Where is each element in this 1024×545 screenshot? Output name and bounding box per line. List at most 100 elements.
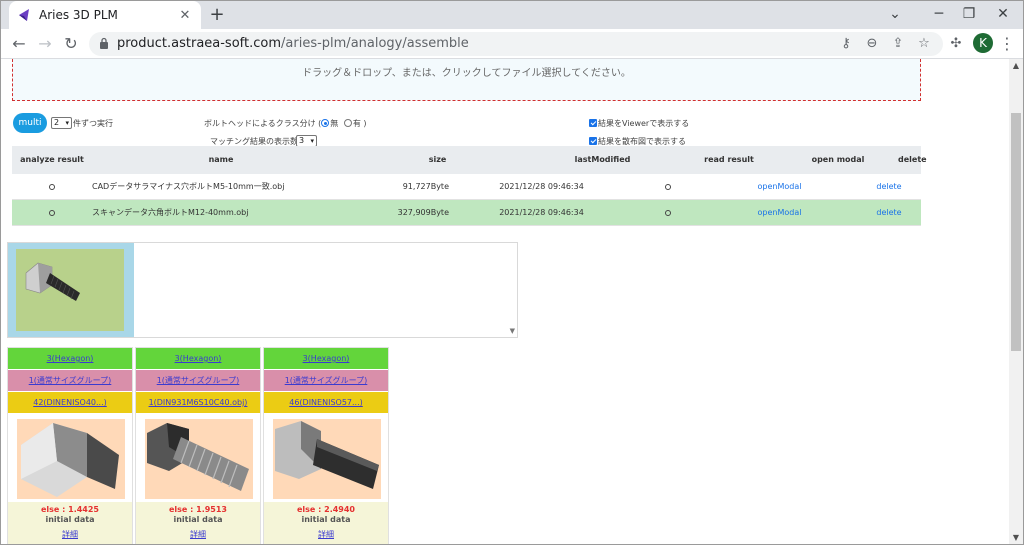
- class-cell: 3(Hexagon): [8, 348, 132, 370]
- open-modal-link[interactable]: openModal: [702, 200, 857, 225]
- file-table: analyze result name size lastModified re…: [12, 146, 927, 226]
- bookmark-star-icon[interactable]: ☆: [915, 36, 933, 52]
- tab-aries[interactable]: Aries 3D PLM ✕: [9, 1, 201, 29]
- similarity-score: else : 1.9513: [169, 505, 227, 514]
- analyze-result-cell: [12, 200, 92, 225]
- detail-link[interactable]: 詳細: [136, 529, 260, 540]
- delete-link[interactable]: delete: [857, 174, 921, 199]
- group-link[interactable]: 1(通常サイズグループ): [285, 376, 368, 385]
- file-name-cell: CADデータサラマイナス穴ボルトM5-10mm一致.obj: [92, 182, 285, 191]
- class-cell: 3(Hexagon): [136, 348, 260, 370]
- reload-icon[interactable]: ↻: [59, 32, 83, 56]
- header-size: size: [428, 155, 447, 164]
- profile-avatar[interactable]: K: [973, 33, 993, 53]
- radio-none[interactable]: [321, 119, 330, 127]
- analyze-result-cell: [12, 174, 92, 199]
- scan-thumbnail-frame[interactable]: [8, 243, 134, 337]
- radio-yes[interactable]: [343, 119, 352, 127]
- file-link[interactable]: 1(DIN931M6S10C40.obj): [149, 398, 248, 407]
- chevron-down-icon: ▾: [65, 119, 69, 127]
- tab-search-chevron-icon[interactable]: ⌄: [875, 3, 915, 25]
- extensions-puzzle-icon[interactable]: ✣: [947, 36, 965, 52]
- header-delete: delete: [898, 155, 927, 164]
- cad-preview[interactable]: [136, 414, 260, 502]
- scroll-up-icon[interactable]: ▲: [1009, 59, 1023, 73]
- radio-yes-label: 有 ): [352, 119, 367, 128]
- preview-scroll-down-icon[interactable]: ▼: [510, 327, 515, 335]
- last-modified-cell: 2021/12/28 09:46:34: [499, 208, 584, 217]
- viewer-option[interactable]: 結果をViewerで表示する: [589, 118, 689, 129]
- status-circle-icon: [49, 183, 55, 190]
- viewer-checkbox[interactable]: [589, 119, 597, 127]
- preview-panel: ▼: [7, 242, 518, 338]
- dropzone-text: ドラッグ＆ドロップ、または、クリックしてファイル選択してください。: [302, 68, 631, 79]
- group-cell: 1(通常サイズグループ): [8, 370, 132, 392]
- new-tab-button[interactable]: +: [207, 4, 227, 25]
- scan-thumbnail[interactable]: [16, 249, 124, 331]
- close-tab-icon[interactable]: ✕: [177, 8, 193, 23]
- table-row[interactable]: スキャンデータ六角ボルトM12-40mm.obj 327,909Byte 202…: [12, 200, 921, 226]
- file-name-cell: スキャンデータ六角ボルトM12-40mm.obj: [92, 208, 249, 217]
- cad-preview[interactable]: [264, 414, 388, 502]
- match-card: 3(Hexagon) 1(通常サイズグループ) 42(DINENISO40...…: [7, 347, 133, 544]
- file-cell: 1(DIN931M6S10C40.obj): [136, 392, 260, 414]
- open-modal-link[interactable]: openModal: [702, 174, 857, 199]
- scatter-label: 結果を散布図で表示する: [598, 137, 686, 146]
- cad-preview[interactable]: [8, 414, 132, 502]
- bolt-render-icon: [25, 262, 80, 301]
- forward-arrow-icon[interactable]: →: [33, 32, 57, 56]
- status-circle-icon: [49, 209, 55, 216]
- zoom-icon[interactable]: ⊖: [863, 36, 881, 52]
- url-text: product.astraea-soft.com/aries-plm/analo…: [117, 36, 469, 51]
- class-link[interactable]: 3(Hexagon): [303, 354, 350, 363]
- close-window-icon[interactable]: ✕: [983, 3, 1023, 25]
- file-cell: 42(DINENISO40...): [8, 392, 132, 414]
- scatter-checkbox[interactable]: [589, 137, 597, 145]
- browser-window: Aries 3D PLM ✕ + ⌄ ─ ❐ ✕ ← → ↻ product.a…: [0, 0, 1024, 545]
- chevron-down-icon: ▾: [310, 137, 314, 145]
- group-link[interactable]: 1(通常サイズグループ): [157, 376, 240, 385]
- read-result-cell: [634, 200, 702, 225]
- address-bar[interactable]: product.astraea-soft.com/aries-plm/analo…: [89, 32, 943, 56]
- scroll-down-icon[interactable]: ▼: [1009, 531, 1023, 544]
- group-cell: 1(通常サイズグループ): [136, 370, 260, 392]
- threaded-bolt-icon: [147, 423, 249, 491]
- detail-link[interactable]: 詳細: [264, 529, 388, 540]
- initial-data-label: initial data: [45, 515, 95, 524]
- group-link[interactable]: 1(通常サイズグループ): [29, 376, 112, 385]
- share-icon[interactable]: ⇪: [889, 36, 907, 52]
- file-dropzone[interactable]: ドラッグ＆ドロップ、または、クリックしてファイル選択してください。: [12, 59, 921, 101]
- cad-image: [17, 419, 125, 499]
- parallel-count-value: 2: [54, 118, 60, 127]
- parallel-count-select[interactable]: 2 ▾: [51, 117, 72, 129]
- class-link[interactable]: 3(Hexagon): [47, 354, 94, 363]
- file-link[interactable]: 42(DINENISO40...): [33, 398, 107, 407]
- bolt-head-closeup-icon: [21, 423, 119, 497]
- detail-link[interactable]: 詳細: [8, 529, 132, 540]
- table-row[interactable]: CADデータサラマイナス穴ボルトM5-10mm一致.obj 91,727Byte…: [12, 174, 921, 200]
- file-link[interactable]: 46(DINENISO57...): [289, 398, 363, 407]
- back-arrow-icon[interactable]: ←: [7, 32, 31, 56]
- more-menu-icon[interactable]: ⋮: [999, 32, 1015, 56]
- class-link[interactable]: 3(Hexagon): [175, 354, 222, 363]
- delete-link[interactable]: delete: [857, 200, 921, 225]
- read-result-cell: [634, 174, 702, 199]
- header-read-result: read result: [704, 155, 754, 164]
- header-analyze-result: analyze result: [20, 155, 84, 164]
- initial-data-label: initial data: [301, 515, 351, 524]
- scroll-thumb[interactable]: [1011, 113, 1021, 351]
- lock-icon: [100, 37, 108, 49]
- class-cell: 3(Hexagon): [264, 348, 388, 370]
- multi-button[interactable]: multi: [13, 113, 47, 133]
- match-card: 3(Hexagon) 1(通常サイズグループ) 1(DIN931M6S10C40…: [135, 347, 261, 544]
- header-last-modified: lastModified: [574, 155, 631, 164]
- url-path: /aries-plm/analogy/assemble: [281, 36, 469, 51]
- header-open-modal: open modal: [811, 155, 865, 164]
- page-scrollbar[interactable]: ▲ ▼: [1009, 59, 1023, 544]
- file-cell: 46(DINENISO57...): [264, 392, 388, 414]
- group-cell: 1(通常サイズグループ): [264, 370, 388, 392]
- file-size-cell: 91,727Byte: [402, 182, 449, 191]
- match-count-value: 3: [299, 136, 305, 145]
- key-icon[interactable]: ⚷: [837, 36, 855, 52]
- cad-image: [273, 419, 381, 499]
